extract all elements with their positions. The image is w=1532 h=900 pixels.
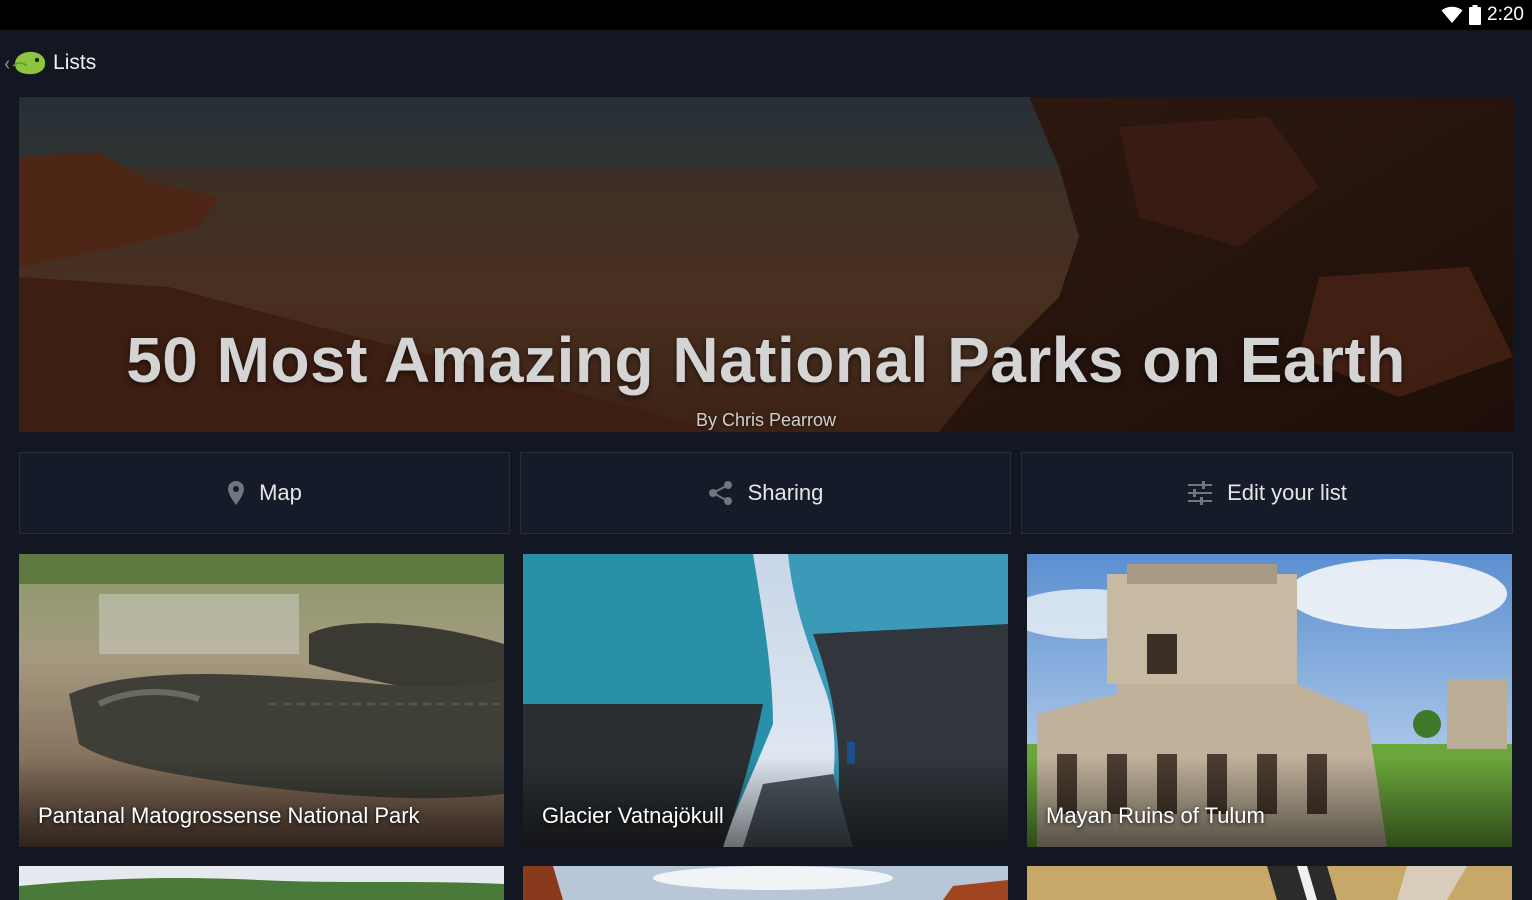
place-card[interactable]: Mayan Ruins of Tulum bbox=[1027, 554, 1512, 847]
sharing-button-label: Sharing bbox=[747, 480, 824, 505]
wifi-icon bbox=[1441, 6, 1463, 23]
action-bar: ‹ Lists bbox=[0, 30, 1532, 96]
battery-icon bbox=[1469, 5, 1482, 25]
status-icons: 2:20 bbox=[1441, 3, 1524, 27]
place-card[interactable] bbox=[19, 866, 504, 900]
up-navigation[interactable]: ‹ Lists bbox=[0, 30, 96, 96]
card-title: Pantanal Matogrossense National Park bbox=[38, 803, 420, 828]
map-pin-icon bbox=[228, 481, 245, 505]
page-title: Lists bbox=[53, 51, 97, 74]
list-title: 50 Most Amazing National Parks on Earth bbox=[126, 324, 1406, 396]
card-shade bbox=[523, 757, 1008, 847]
app-logo-icon bbox=[12, 51, 46, 75]
hero-banner: 50 Most Amazing National Parks on Earth … bbox=[19, 97, 1513, 432]
canyon-photo bbox=[523, 866, 1008, 900]
place-card[interactable] bbox=[1027, 866, 1512, 900]
sliders-icon bbox=[1188, 481, 1213, 505]
status-bar: 2:20 bbox=[0, 0, 1532, 30]
share-icon bbox=[708, 481, 732, 505]
edit-list-button[interactable]: Edit your list bbox=[1021, 452, 1513, 534]
place-card[interactable] bbox=[523, 866, 1008, 900]
chevron-left-icon: ‹ bbox=[4, 51, 11, 75]
list-author: By Chris Pearrow bbox=[695, 410, 837, 430]
map-button[interactable]: Map bbox=[19, 452, 510, 534]
zebra-photo bbox=[1027, 866, 1512, 900]
card-shade bbox=[1027, 757, 1512, 847]
forest-photo bbox=[19, 866, 504, 900]
sharing-button[interactable]: Sharing bbox=[520, 452, 1011, 534]
edit-list-button-label: Edit your list bbox=[1227, 480, 1347, 505]
place-card[interactable]: Pantanal Matogrossense National Park bbox=[19, 554, 504, 847]
card-shade bbox=[19, 757, 504, 847]
place-card[interactable]: Glacier Vatnajökull bbox=[523, 554, 1008, 847]
card-title: Mayan Ruins of Tulum bbox=[1046, 803, 1265, 828]
card-title: Glacier Vatnajökull bbox=[542, 803, 724, 828]
clock: 2:20 bbox=[1487, 4, 1524, 25]
map-button-label: Map bbox=[259, 480, 302, 505]
